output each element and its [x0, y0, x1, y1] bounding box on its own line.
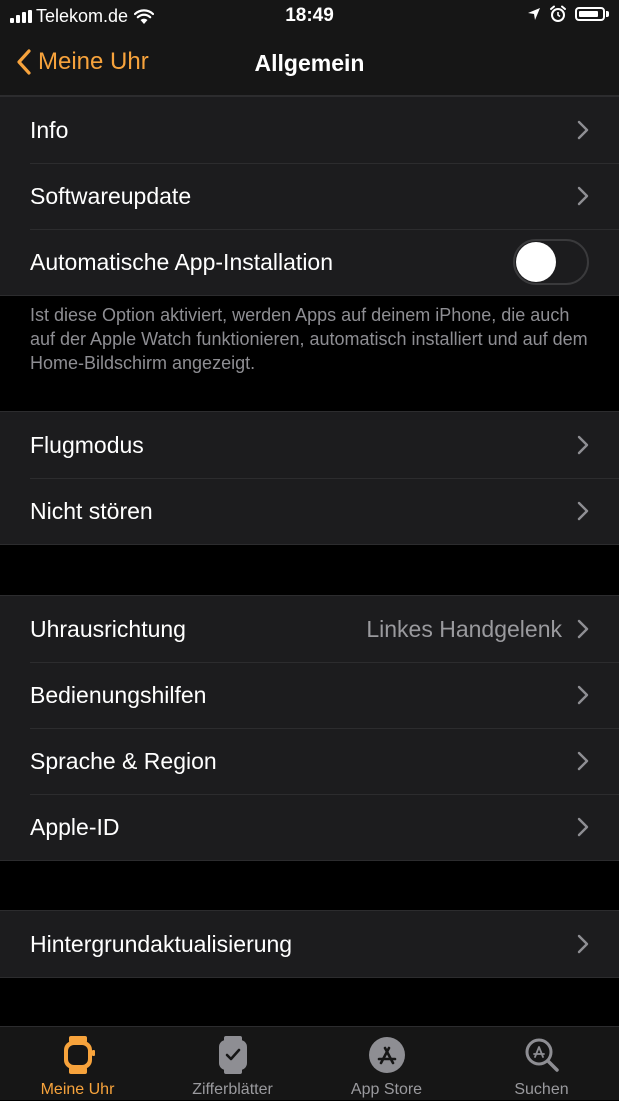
battery-icon	[575, 7, 605, 21]
row-label: Bedienungshilfen	[30, 682, 207, 708]
row-uhrausrichtung[interactable]: Uhrausrichtung Linkes Handgelenk	[0, 596, 619, 662]
auto-install-toggle[interactable]	[513, 239, 589, 285]
alarm-clock-icon	[550, 5, 566, 22]
row-value: Linkes Handgelenk	[366, 616, 562, 642]
location-arrow-icon	[528, 8, 540, 20]
row-label: Info	[30, 117, 69, 143]
chevron-right-icon	[577, 751, 589, 771]
search-icon	[525, 1038, 559, 1072]
status-right	[527, 5, 609, 23]
page-title: Allgemein	[254, 50, 365, 76]
watch-face-icon	[218, 1036, 247, 1074]
row-bedienungshilfen[interactable]: Bedienungshilfen	[0, 662, 619, 728]
auto-install-footer-note: Ist diese Option aktiviert, werden Apps …	[30, 305, 588, 373]
chevron-right-icon	[577, 435, 589, 455]
settings-group-modes: Flugmodus Nicht stören	[0, 411, 619, 545]
row-apple-id[interactable]: Apple-ID	[0, 794, 619, 860]
row-label: Softwareupdate	[30, 183, 192, 209]
row-flugmodus[interactable]: Flugmodus	[0, 412, 619, 478]
settings-group-background: Hintergrundaktualisierung	[0, 910, 619, 978]
settings-group-preferences: Uhrausrichtung Linkes Handgelenk Bedienu…	[0, 595, 619, 861]
tab-suchen[interactable]: Suchen	[464, 1027, 619, 1101]
settings-group-general: Info Softwareupdate Automatische App-Ins…	[0, 96, 619, 296]
tab-bar: Meine Uhr Zifferblätter App Store Suchen	[0, 1026, 619, 1100]
row-nicht-stoeren[interactable]: Nicht stören	[0, 478, 619, 544]
row-label: Flugmodus	[30, 432, 144, 458]
chevron-right-icon	[577, 685, 589, 705]
row-automatic-app-install: Automatische App-Installation	[0, 229, 619, 295]
chevron-right-icon	[577, 186, 589, 206]
battery-fill	[579, 11, 598, 17]
chevron-right-icon	[577, 619, 589, 639]
tab-label: App Store	[350, 1081, 423, 1098]
tab-app-store[interactable]: App Store	[309, 1027, 464, 1101]
row-softwareupdate[interactable]: Softwareupdate	[0, 163, 619, 229]
row-label: Uhrausrichtung	[30, 616, 186, 642]
row-info[interactable]: Info	[0, 97, 619, 163]
battery-indicator	[575, 7, 609, 21]
status-bar: Telekom.de 18:49	[0, 0, 619, 32]
tab-meine-uhr[interactable]: Meine Uhr	[0, 1027, 155, 1101]
navigation-bar: Meine Uhr Allgemein	[0, 32, 619, 96]
row-label: Nicht stören	[30, 498, 153, 524]
tab-label: Suchen	[514, 1081, 569, 1098]
row-label: Sprache & Region	[30, 748, 217, 774]
chevron-right-icon	[577, 120, 589, 140]
row-sprache-region[interactable]: Sprache & Region	[0, 728, 619, 794]
app-store-icon	[368, 1037, 405, 1073]
chevron-right-icon	[577, 501, 589, 521]
chevron-right-icon	[577, 817, 589, 837]
watch-icon	[63, 1036, 95, 1074]
row-label: Automatische App-Installation	[30, 249, 334, 275]
row-label: Hintergrundaktualisierung	[30, 931, 293, 957]
tab-label: Zifferblätter	[192, 1081, 273, 1098]
tab-label: Meine Uhr	[40, 1081, 115, 1098]
row-label: Apple-ID	[30, 814, 120, 840]
row-hintergrundaktualisierung[interactable]: Hintergrundaktualisierung	[0, 911, 619, 977]
toggle-knob	[516, 242, 556, 282]
tab-zifferblaetter[interactable]: Zifferblätter	[155, 1027, 310, 1101]
chevron-right-icon	[577, 934, 589, 954]
battery-tip	[606, 11, 609, 17]
